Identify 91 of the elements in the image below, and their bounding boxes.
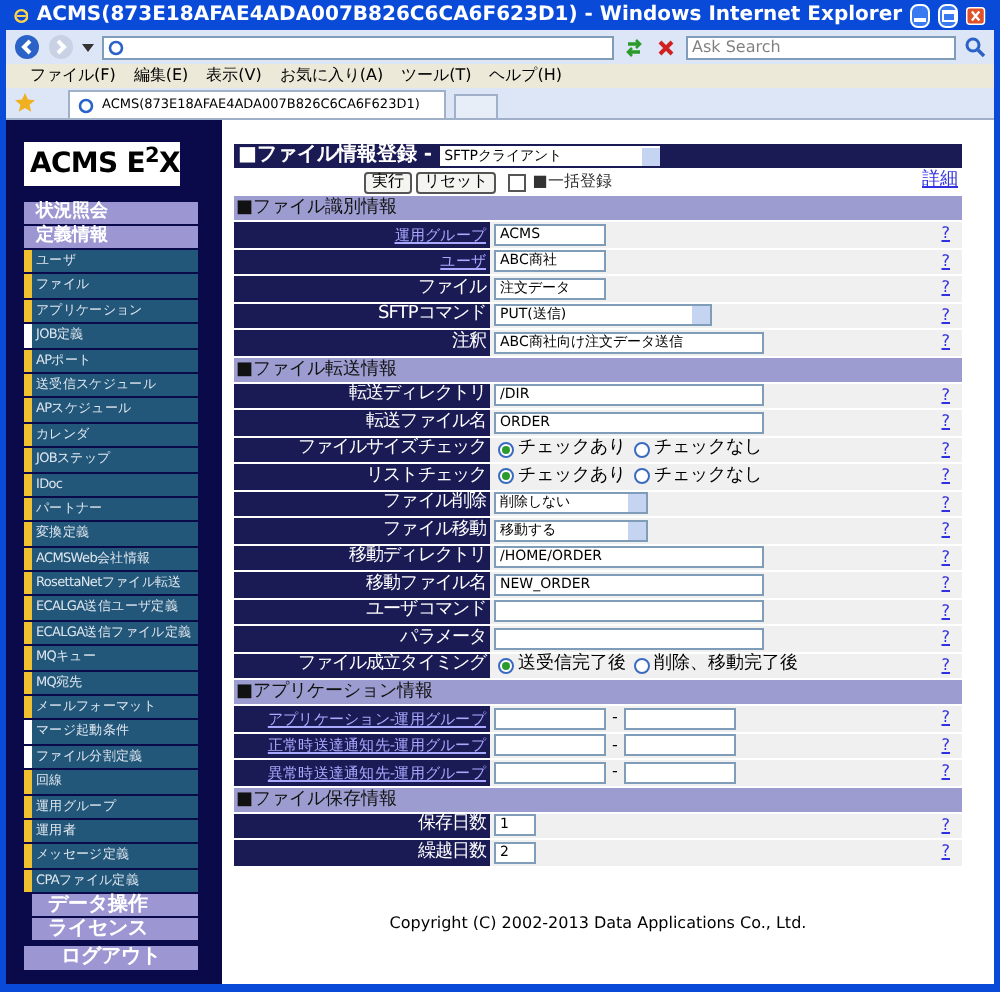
help-link[interactable]: ?: [941, 710, 950, 727]
field-label: ファイル削除: [383, 494, 486, 513]
radio-button[interactable]: [498, 468, 514, 485]
dash-separator: -: [610, 760, 620, 785]
text-field[interactable]: [494, 707, 606, 730]
search-icon[interactable]: [964, 36, 986, 58]
close-icon[interactable]: [966, 3, 986, 27]
field-label: ファイルサイズチェック: [297, 440, 486, 459]
menu-item[interactable]: ツール(T): [401, 68, 472, 84]
field-label: 繰越日数: [417, 843, 486, 862]
checkbox-label: ■一括登録: [532, 170, 612, 194]
stop-icon[interactable]: [654, 35, 678, 59]
radio-button[interactable]: [634, 441, 650, 458]
text-field[interactable]: [623, 761, 736, 784]
back-icon[interactable]: [14, 34, 40, 60]
help-link[interactable]: ?: [941, 307, 950, 324]
field-label: 移動ファイル名: [366, 575, 486, 594]
text-field[interactable]: [494, 600, 764, 623]
favorites-star-icon[interactable]: [14, 92, 36, 114]
form-title: ■ファイル情報登録 -: [238, 146, 433, 166]
field-label: ファイル成立タイミング: [297, 656, 486, 675]
field-label: リストチェック: [366, 467, 486, 486]
help-link[interactable]: ?: [941, 603, 950, 620]
help-link[interactable]: ?: [941, 844, 950, 861]
field-label: 転送ディレクトリ: [349, 386, 486, 405]
search-field[interactable]: Ask Search: [686, 35, 956, 59]
browser-logo-icon: [14, 5, 29, 25]
address-field[interactable]: [102, 35, 614, 59]
dash-separator: -: [610, 733, 620, 758]
radio-label: 削除、移動完了後: [654, 656, 798, 675]
radio-button[interactable]: [634, 657, 650, 674]
radio-label: 送受信完了後: [518, 656, 626, 675]
help-link[interactable]: ?: [941, 764, 950, 781]
section-header: ■ファイル保存情報: [234, 787, 962, 811]
radio-label: チェックなし: [654, 440, 762, 459]
copyright-text: Copyright (C) 2002-2013 Data Applications Co., Ltd.: [387, 911, 809, 935]
radio-button[interactable]: [498, 657, 514, 674]
menu-item[interactable]: ヘルプ(H): [489, 68, 562, 84]
radio-button[interactable]: [634, 468, 650, 485]
window-title: ACMS(873E18AFAE4ADA007B826C6CA6F623D1) - Windows Internet Explorer: [36, 2, 903, 30]
help-link[interactable]: ?: [941, 334, 950, 351]
field-label: ファイル: [417, 279, 486, 298]
field-label: 注釈: [451, 333, 486, 352]
help-link[interactable]: ?: [941, 576, 950, 593]
field-label: SFTPコマンド: [377, 306, 486, 325]
text-field[interactable]: [623, 707, 736, 730]
help-link[interactable]: ?: [941, 253, 950, 270]
section-header: ■アプリケーション情報: [234, 680, 962, 704]
help-link[interactable]: ?: [941, 414, 950, 431]
form-button[interactable]: 実行: [364, 171, 413, 193]
text-field[interactable]: [494, 761, 606, 784]
radio-button[interactable]: [498, 441, 514, 458]
menu-item[interactable]: ファイル(F): [30, 68, 116, 84]
menu-item[interactable]: 表示(V): [206, 68, 262, 84]
menu-item[interactable]: 編集(E): [133, 68, 189, 84]
help-link[interactable]: ?: [941, 441, 950, 458]
text-field[interactable]: [494, 627, 764, 650]
help-link[interactable]: ?: [941, 657, 950, 674]
radio-label: チェックあり: [518, 467, 626, 486]
help-link[interactable]: ?: [941, 817, 950, 834]
minimize-button[interactable]: [910, 3, 931, 27]
text-field[interactable]: [494, 734, 606, 757]
help-link[interactable]: ?: [941, 737, 950, 754]
refresh-icon[interactable]: [622, 35, 646, 59]
text-field[interactable]: [623, 734, 736, 757]
radio-label: チェックあり: [518, 440, 626, 459]
form-button[interactable]: リセット: [416, 171, 497, 193]
help-link[interactable]: ?: [941, 387, 950, 404]
section-header: ■ファイル識別情報: [234, 196, 962, 220]
section-header: ■ファイル転送情報: [234, 357, 962, 381]
field-label: 転送ファイル名: [366, 413, 486, 432]
dash-separator: -: [610, 706, 620, 731]
field-label: 移動ディレクトリ: [349, 548, 486, 567]
logo: ACMS E$^{2}$X: [24, 142, 180, 186]
menu-item[interactable]: お気に入り(A): [279, 68, 384, 84]
field-label: 保存日数: [417, 816, 486, 835]
field-label: ファイル移動: [383, 521, 486, 540]
detail-link[interactable]: 詳細: [922, 168, 958, 196]
help-link[interactable]: ?: [941, 522, 950, 539]
bulk-checkbox[interactable]: [508, 173, 527, 191]
help-link[interactable]: ?: [941, 549, 950, 566]
maximize-button[interactable]: [938, 3, 959, 27]
help-link[interactable]: ?: [941, 495, 950, 512]
help-link[interactable]: ?: [941, 630, 950, 647]
radio-label: チェックなし: [654, 467, 762, 486]
field-label: ユーザコマンド: [366, 602, 486, 621]
help-link[interactable]: ?: [941, 468, 950, 485]
help-link[interactable]: ?: [941, 226, 950, 243]
help-link[interactable]: ?: [941, 280, 950, 297]
dropdown-icon[interactable]: [82, 43, 94, 51]
field-label: パラメータ: [400, 629, 486, 648]
